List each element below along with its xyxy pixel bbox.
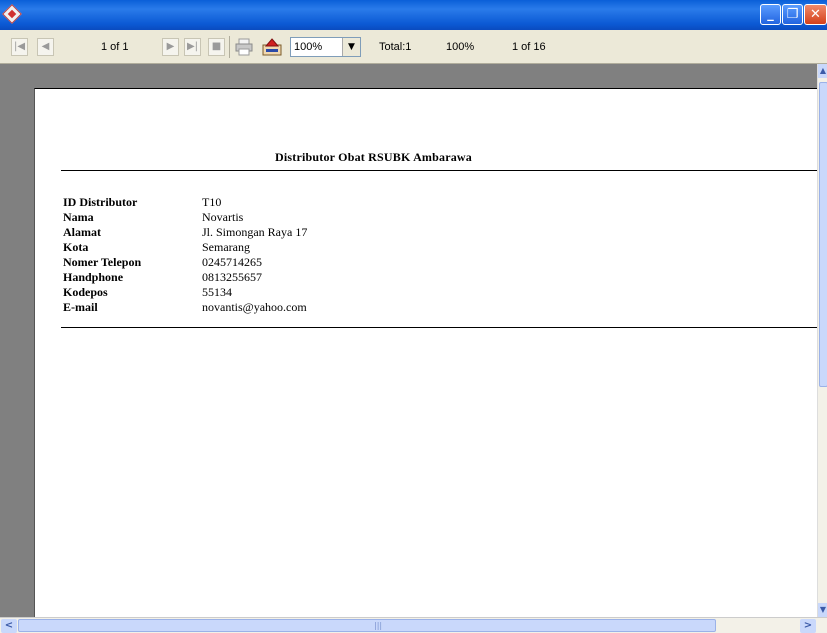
field-label: Kota: [63, 240, 89, 254]
scroll-down-button[interactable]: ▼: [818, 603, 827, 617]
field-label: Nomer Telepon: [63, 255, 142, 269]
field-label: E-mail: [63, 300, 98, 314]
report-page: Distributor Obat RSUBK Ambarawa ID Distr…: [34, 88, 825, 619]
total-records-label: Total:1: [379, 41, 412, 53]
last-page-button[interactable]: ▶|: [184, 38, 201, 56]
scroll-right-button[interactable]: >: [800, 619, 816, 633]
page-indicator: 1 of 1: [101, 41, 129, 53]
chevron-down-icon[interactable]: ▼: [342, 38, 360, 56]
scroll-up-button[interactable]: ▲: [818, 64, 827, 78]
scroll-grip: |||: [374, 621, 383, 630]
toolbar-divider: [229, 36, 230, 58]
app-icon: [2, 4, 22, 24]
field-value: Jl. Simongan Raya 17: [202, 225, 308, 239]
close-button[interactable]: ✕: [804, 4, 827, 25]
field-value: 0245714265: [202, 255, 262, 269]
field-label: Kodepos: [63, 285, 108, 299]
minimize-button[interactable]: _: [760, 4, 781, 25]
field-value: T10: [202, 195, 222, 209]
field-value: 0813255657: [202, 270, 262, 284]
report-title: Distributor Obat RSUBK Ambarawa: [275, 150, 472, 164]
field-value: Novartis: [202, 210, 244, 224]
field-value: Semarang: [202, 240, 250, 254]
field-value: 55134: [202, 285, 232, 299]
field-label: Nama: [63, 210, 94, 224]
records-indicator: 1 of 16: [512, 41, 546, 53]
print-icon[interactable]: [235, 38, 253, 56]
stop-button[interactable]: ■: [208, 38, 225, 56]
first-page-button[interactable]: |◀: [11, 38, 28, 56]
header-rule: [61, 170, 825, 171]
horizontal-scrollbar[interactable]: < ||| >: [0, 617, 827, 633]
field-label: Alamat: [63, 225, 101, 239]
field-value: novantis@yahoo.com: [202, 300, 307, 314]
restore-button[interactable]: ❐: [782, 4, 803, 25]
title-bar: _ ❐ ✕: [0, 0, 827, 30]
scroll-left-button[interactable]: <: [1, 619, 17, 633]
export-icon[interactable]: [262, 38, 282, 56]
footer-rule: [61, 327, 825, 328]
vertical-scroll-thumb[interactable]: [819, 82, 827, 387]
zoom-value: 100%: [294, 41, 323, 53]
next-page-button[interactable]: ▶: [162, 38, 179, 56]
previous-page-button[interactable]: ◀: [37, 38, 54, 56]
field-label: Handphone: [63, 270, 124, 284]
zoom-select[interactable]: 100% ▼: [290, 37, 361, 57]
percent-label: 100%: [446, 41, 475, 53]
report-toolbar: |◀ ◀ 1 of 1 ▶ ▶| ■ 100% ▼ Total:1 100% 1…: [0, 30, 827, 64]
vertical-scrollbar[interactable]: ▲ ▼: [817, 64, 827, 617]
field-label: ID Distributor: [63, 195, 138, 209]
horizontal-scroll-thumb[interactable]: |||: [18, 619, 716, 632]
